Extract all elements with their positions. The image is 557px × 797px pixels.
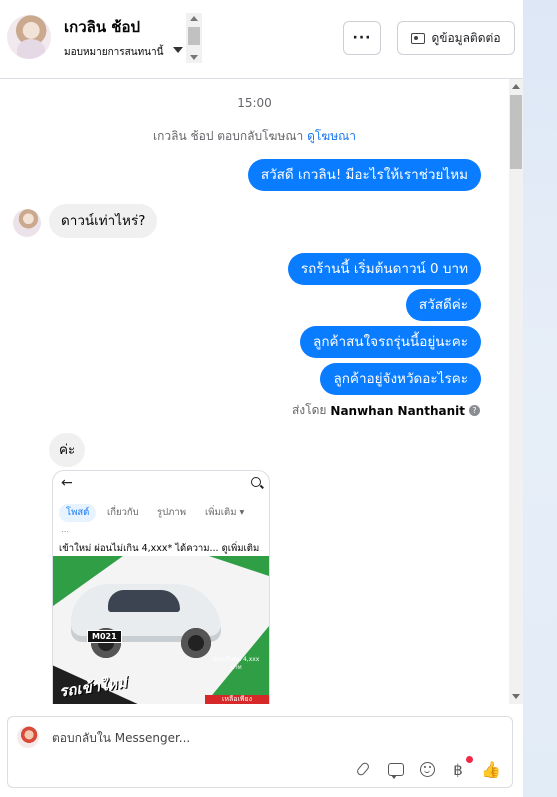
reply-composer: ฿ 👍 [7,716,513,788]
outgoing-message: สวัสดีค่ะ [405,289,481,321]
price-banner: เหลือเพียง [205,695,269,704]
chevron-down-icon[interactable] [173,47,183,53]
scroll-down-icon[interactable] [190,55,198,60]
right-background-strip [523,0,557,797]
sent-by-label: ส่งโดย Nanwhan Nanthanit ? [292,401,480,420]
scroll-up-icon[interactable] [512,84,520,89]
incoming-message: ดาวน์เท่าไหร่? [49,204,158,238]
scroll-up-icon[interactable] [190,16,198,21]
message-timestamp: 15:00 [237,96,272,110]
outgoing-message: สวัสดี เกวลิน! มีอะไรให้เราช่วยไหม [247,159,481,191]
outgoing-message: ลูกค้าสนใจรถรุ่นนี้อยู่นะคะ [300,326,481,358]
chat-scrollbar[interactable] [509,79,523,704]
attachment-caption: เข้าใหม่ ผ่อนไม่เกิน 4,xxx* ได้ความ... ด… [59,543,260,554]
baht-icon[interactable]: ฿ [448,760,468,780]
reply-input[interactable] [52,729,352,747]
scroll-down-icon[interactable] [512,694,520,699]
attachment-tabs: โพสต์ เกี่ยวกับ รูปภาพ เพิ่มเติม ▾ [53,503,269,523]
header-scrollbar[interactable] [186,13,202,63]
car-window [108,590,180,612]
more-options-button[interactable]: ··· [343,21,381,55]
message-thread[interactable]: 15:00 เกวลิน ช้อป ตอบกลับโฆษณา ดูโฆษณา ส… [0,79,509,704]
car-wheel [181,628,211,658]
attachment-tab: เกี่ยวกับ [107,507,139,518]
ad-reply-notice: เกวลิน ช้อป ตอบกลับโฆษณา ดูโฆษณา [0,127,509,146]
back-arrow-icon: ← [61,475,73,491]
search-icon [251,477,261,487]
notification-dot [466,756,473,763]
license-plate: M021 [87,630,122,643]
page-avatar [17,726,39,748]
thumbs-up-icon[interactable]: 👍 [481,760,501,780]
conversation-header: เกวลิน ช้อป มอบหมายการสนทนานี้ ··· ดูข้อ… [0,0,523,79]
contact-avatar-small [13,209,41,237]
attachment-tab: โพสต์ [59,504,97,522]
contact-card-icon [411,32,426,44]
assign-conversation-dropdown[interactable]: มอบหมายการสนทนานี้ [64,45,163,60]
ad-reply-text: เกวลิน ช้อป ตอบกลับโฆษณา [152,129,304,143]
payment-text: ผ่อนเริ่มต้น 4,xxx บาท [212,656,260,671]
view-ad-link[interactable]: ดูโฆษณา [307,129,356,143]
image-attachment[interactable]: ← โพสต์ เกี่ยวกับ รูปภาพ เพิ่มเติม ▾ ⋯ เ… [52,470,270,704]
scroll-thumb[interactable] [188,27,200,45]
smiley-icon[interactable] [418,760,438,780]
attachment-cut-text: ⋯ [61,527,69,536]
paperclip-icon[interactable] [353,760,373,780]
sent-by-prefix: ส่งโดย [291,403,327,417]
outgoing-message: รถร้านนี้ เริ่มต้นดาวน์ 0 บาท [287,253,481,285]
outgoing-message: ลูกค้าอยู่จังหวัดอะไรคะ [320,363,481,395]
attachment-tab: รูปภาพ [157,507,186,518]
view-contact-info-button[interactable]: ดูข้อมูลติดต่อ [397,21,515,55]
contact-avatar[interactable] [7,15,51,59]
incoming-message: ค่ะ [49,433,86,467]
attachment-topbar: ← [53,471,269,497]
green-accent [209,556,269,576]
view-contact-info-label: ดูข้อมูลติดต่อ [431,30,501,45]
help-icon[interactable]: ? [469,405,480,416]
contact-name[interactable]: เกวลิน ช้อป [64,15,140,39]
attachment-tab: เพิ่มเติม ▾ [205,507,245,518]
car-photo: M021 รถเข้าใหม่ ผ่อนเริ่มต้น 4,xxx บาท เ… [53,556,269,704]
sent-by-name: Nanwhan Nanthanit [330,403,465,418]
scroll-thumb[interactable] [510,95,522,169]
chat-bubble-icon[interactable] [386,760,406,780]
